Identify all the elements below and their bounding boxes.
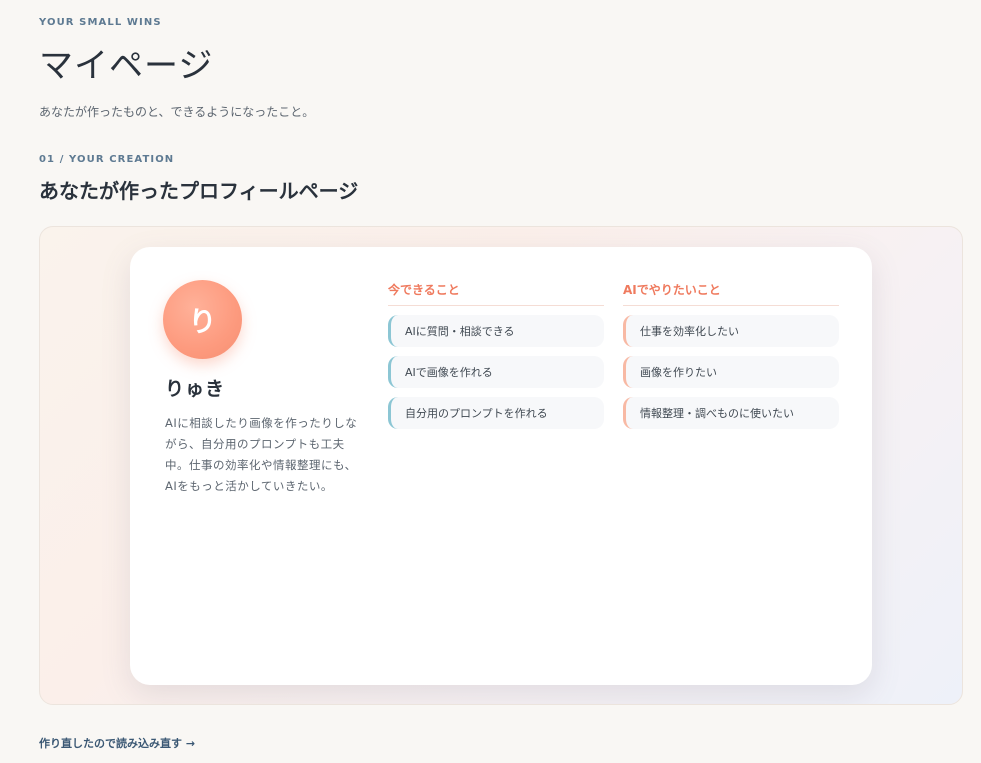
list-item: AIで画像を作れる [388,356,604,388]
avatar: り [163,280,242,359]
list-item: 画像を作りたい [623,356,839,388]
section-title: あなたが作ったプロフィールページ [39,179,359,203]
want-to-do-list: AIでやりたいこと 仕事を効率化したい 画像を作りたい 情報整理・調べものに使い… [623,281,839,438]
can-do-heading: 今できること [388,281,604,306]
profile-name: りゅき [165,378,226,400]
section-eyebrow: 01 / YOUR CREATION [39,154,175,165]
want-to-do-heading: AIでやりたいこと [623,281,839,306]
profile-preview-frame: り りゅき AIに相談したり画像を作ったりしながら、自分用のプロンプトも工夫中。… [39,226,963,705]
page-title: マイページ [39,46,214,86]
list-item: 仕事を効率化したい [623,315,839,347]
can-do-list: 今できること AIに質問・相談できる AIで画像を作れる 自分用のプロンプトを作… [388,281,604,438]
profile-bio: AIに相談したり画像を作ったりしながら、自分用のプロンプトも工夫中。仕事の効率化… [165,416,358,493]
list-item: 自分用のプロンプトを作れる [388,397,604,429]
profile-card: り りゅき AIに相談したり画像を作ったりしながら、自分用のプロンプトも工夫中。… [130,247,872,685]
page-eyebrow: YOUR SMALL WINS [39,17,162,28]
list-item: 情報整理・調べものに使いたい [623,397,839,429]
page-subtitle: あなたが作ったものと、できるようになったこと。 [39,105,315,119]
list-item: AIに質問・相談できる [388,315,604,347]
reload-link[interactable]: 作り直したので読み込み直す → [39,735,195,751]
